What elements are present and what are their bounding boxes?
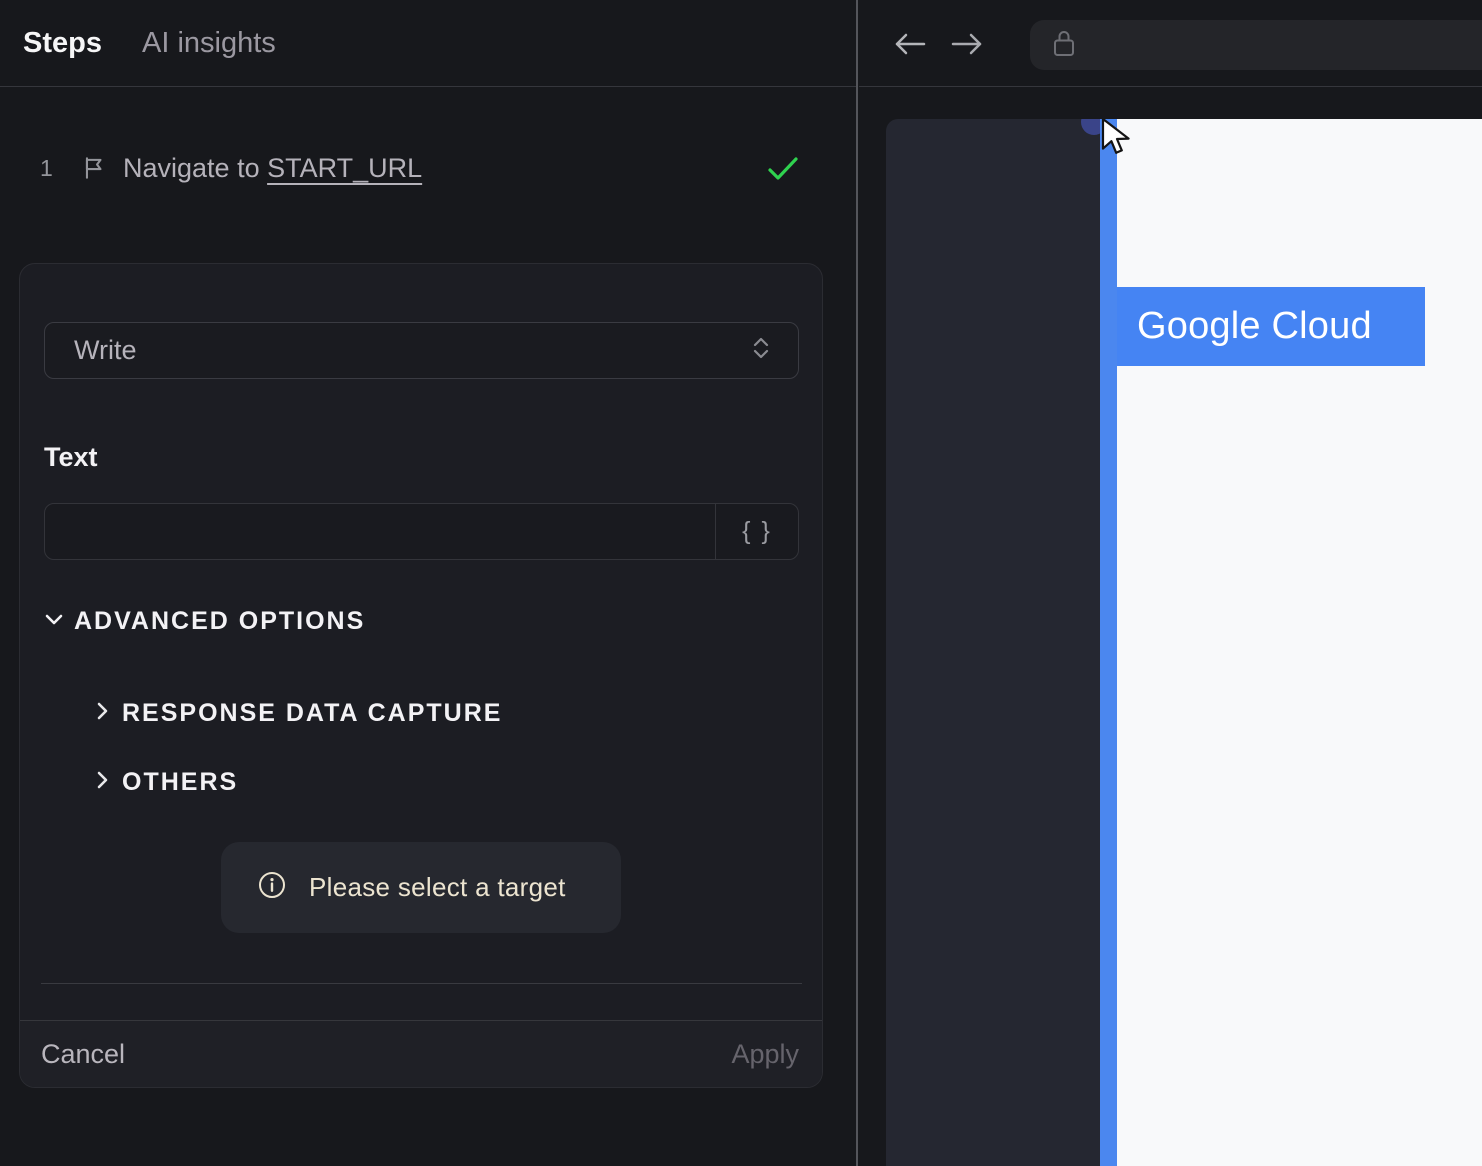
chevron-right-icon — [91, 700, 113, 727]
back-arrow-icon[interactable] — [893, 30, 927, 58]
step-number: 1 — [40, 154, 53, 181]
tab-steps-label: Steps — [23, 26, 102, 59]
page-content-area[interactable] — [1117, 119, 1482, 1166]
flag-icon — [81, 155, 107, 181]
apply-button[interactable]: Apply — [731, 1039, 799, 1070]
step-title[interactable]: Navigate to START_URL — [123, 138, 422, 198]
forward-arrow-icon[interactable] — [950, 30, 984, 58]
advanced-options-toggle[interactable]: ADVANCED OPTIONS — [43, 606, 365, 636]
text-input[interactable] — [45, 504, 717, 559]
text-field-label: Text — [44, 442, 98, 472]
select-target-notice-text: Please select a target — [309, 872, 566, 902]
steps-panel: Steps AI insights 1 Navigate to START_UR… — [0, 0, 857, 1166]
action-type-select[interactable]: Write — [44, 322, 799, 379]
browser-toolbar — [859, 0, 1482, 87]
others-label: OTHERS — [122, 767, 239, 796]
browser-preview-panel: Google Cloud — [859, 0, 1482, 1166]
address-bar[interactable] — [1030, 20, 1482, 70]
chevron-down-icon — [43, 608, 65, 635]
braces-icon: { } — [742, 517, 772, 545]
highlight-bar — [1100, 119, 1117, 1166]
insert-variable-button[interactable]: { } — [715, 504, 798, 559]
card-footer: Cancel Apply — [20, 1020, 822, 1087]
highlighted-element-label: Google Cloud — [1137, 305, 1372, 347]
step-editor-card: Write Text { } ADVANCED OPTIONS RESPONSE… — [19, 263, 823, 1088]
step-title-link[interactable]: START_URL — [267, 153, 422, 184]
tab-ai-insights-label: AI insights — [142, 26, 276, 59]
response-data-capture-label: RESPONSE DATA CAPTURE — [122, 698, 503, 727]
others-toggle[interactable]: OTHERS — [91, 767, 238, 797]
cancel-button[interactable]: Cancel — [41, 1039, 125, 1070]
lock-icon — [1052, 28, 1076, 63]
action-type-value: Write — [74, 335, 137, 365]
select-target-notice: Please select a target — [221, 842, 621, 933]
step-row[interactable]: 1 Navigate to START_URL — [0, 138, 857, 198]
response-data-capture-toggle[interactable]: RESPONSE DATA CAPTURE — [91, 698, 502, 728]
page-viewport: Google Cloud — [859, 119, 1482, 1166]
step-success-check-icon — [767, 155, 799, 183]
info-icon — [258, 871, 286, 904]
tab-steps[interactable]: Steps — [23, 0, 102, 86]
step-title-prefix: Navigate to — [123, 152, 268, 183]
tab-ai-insights[interactable]: AI insights — [142, 0, 276, 86]
highlighted-element[interactable]: Google Cloud — [1117, 287, 1425, 366]
text-input-group: { } — [44, 503, 799, 560]
unfold-chevrons-icon — [750, 335, 772, 366]
panel-divider[interactable] — [856, 0, 858, 1166]
page-dark-sidebar[interactable] — [886, 119, 1100, 1166]
left-header: Steps AI insights — [0, 0, 857, 87]
advanced-options-label: ADVANCED OPTIONS — [74, 606, 366, 635]
card-divider — [41, 983, 802, 984]
chevron-right-icon — [91, 769, 113, 796]
mouse-cursor-icon — [1101, 119, 1139, 162]
